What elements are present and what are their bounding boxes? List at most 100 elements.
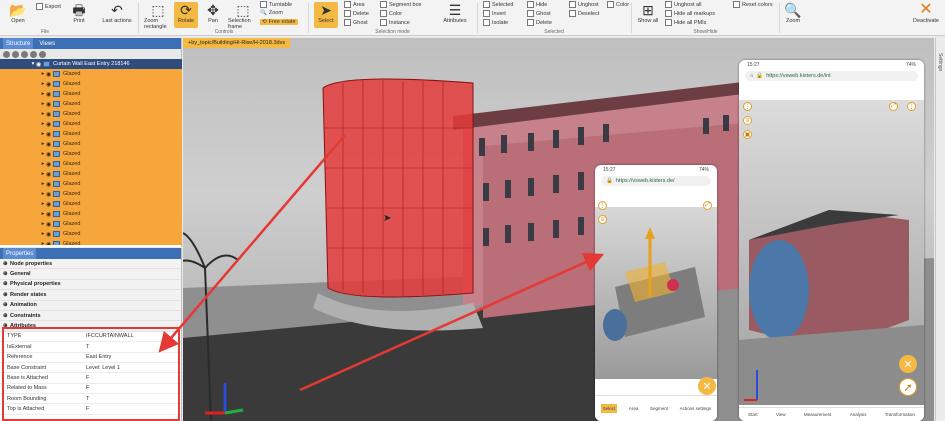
phone-small-expand-icon[interactable]: ⤢ bbox=[703, 201, 712, 210]
eye-icon[interactable]: ◉ bbox=[46, 121, 53, 128]
ghost-mode-button[interactable]: Ghost bbox=[344, 19, 368, 26]
category-toggle-icon[interactable]: ⊕ bbox=[3, 261, 10, 267]
open-button[interactable]: 📂 Open bbox=[4, 2, 32, 28]
3d-viewport[interactable]: +by_topic/Building/Hi-Rise/H-2018.3dvs 1… bbox=[183, 38, 934, 421]
eye-icon[interactable]: ◉ bbox=[36, 61, 43, 68]
ghost-button[interactable]: Ghost bbox=[527, 10, 551, 17]
tree-item[interactable]: ▸ ◉ Glazed bbox=[0, 229, 182, 239]
free-rotate-button[interactable]: ⟲ Free rotate bbox=[260, 19, 298, 25]
hide-all-markups-button[interactable]: Hide all markups bbox=[665, 10, 715, 17]
tree-item[interactable]: ▸ ◉ Glazed bbox=[0, 79, 182, 89]
phone-large-tab-1[interactable]: View bbox=[776, 412, 786, 417]
hide-all-pmis-button[interactable]: Hide all PMIs bbox=[665, 19, 706, 26]
property-category[interactable]: ⊕ Animation bbox=[0, 300, 181, 311]
phone-small-viewport[interactable] bbox=[595, 207, 717, 379]
eye-icon[interactable]: ◉ bbox=[46, 231, 53, 238]
phone-large-more-icon[interactable]: ⋮ bbox=[907, 102, 916, 111]
delete-mode-button[interactable]: Delete bbox=[344, 10, 369, 17]
property-category[interactable]: ⊕ Constraints bbox=[0, 310, 181, 322]
category-toggle-icon[interactable]: ⊕ bbox=[3, 281, 10, 287]
isolate-button[interactable]: Isolate bbox=[483, 19, 508, 26]
phone-large-url-bar[interactable]: ⌂ 🔒 https://vsweb.kisters.de/int bbox=[745, 71, 918, 81]
phone-small-tree-icon[interactable]: ≡ bbox=[598, 215, 607, 224]
phone-large-compass-icon[interactable]: ➚ bbox=[899, 378, 917, 396]
phone-small-close-icon[interactable]: ✕ bbox=[698, 377, 716, 395]
phone-large-expand-icon[interactable]: ⤢ bbox=[889, 102, 898, 111]
phone-small-url-bar[interactable]: 🔒 https://vsweb.kisters.de/ bbox=[601, 176, 711, 186]
export-button[interactable]: Export bbox=[36, 3, 61, 10]
phone-small-menu-icon[interactable]: ⋮ bbox=[598, 201, 607, 210]
selected-button[interactable]: Selected bbox=[483, 1, 513, 8]
phone-small-tab-0[interactable]: Select bbox=[600, 404, 618, 413]
unghost-button[interactable]: Unghost bbox=[569, 1, 599, 8]
tree-item[interactable]: ▸ ◉ Glazed bbox=[0, 69, 182, 79]
selection-frame-button[interactable]: ⬚ Selection frame bbox=[228, 2, 258, 30]
tree-item[interactable]: ▸ ◉ Glazed bbox=[0, 209, 182, 219]
eye-icon[interactable]: ◉ bbox=[46, 141, 53, 148]
property-category[interactable]: ⊕ Node properties bbox=[0, 259, 181, 270]
tree-item[interactable]: ▸ ◉ Glazed bbox=[0, 169, 182, 179]
tree-root-item[interactable]: ▾ ◉ Curtain Wall East Entry 218146 bbox=[0, 59, 182, 69]
settings-tab[interactable]: Settings bbox=[937, 53, 943, 71]
color-button[interactable]: Color bbox=[607, 1, 629, 8]
property-category[interactable]: ⊕ General bbox=[0, 269, 181, 280]
eye-icon[interactable]: ◉ bbox=[46, 111, 53, 118]
tree-item[interactable]: ▸ ◉ Glazed bbox=[0, 219, 182, 229]
phone-large-tab-3[interactable]: Analysis bbox=[850, 412, 867, 417]
phone-large-tab-0[interactable]: Start bbox=[748, 412, 758, 417]
eye-icon[interactable]: ◉ bbox=[46, 81, 53, 88]
tab-structure[interactable]: Structure bbox=[3, 38, 34, 49]
segment-box-button[interactable]: Segment box bbox=[380, 1, 421, 8]
tab-views[interactable]: Views bbox=[36, 38, 58, 49]
eye-icon[interactable]: ◉ bbox=[46, 131, 53, 138]
settings-icon[interactable] bbox=[39, 50, 46, 58]
eye-icon[interactable]: ◉ bbox=[46, 221, 53, 228]
area-select-button[interactable]: Area bbox=[344, 1, 365, 8]
phone-large-tab-2[interactable]: Measurement bbox=[804, 412, 832, 417]
pan-button[interactable]: ✥ Pan bbox=[202, 2, 224, 28]
expand-icon[interactable] bbox=[3, 50, 10, 58]
zoom-button[interactable]: 🔍 Zoom bbox=[260, 10, 283, 16]
eye-icon[interactable]: ◉ bbox=[46, 171, 53, 178]
instance-button[interactable]: Instance bbox=[380, 19, 410, 26]
tree-item[interactable]: ▸ ◉ Glazed bbox=[0, 239, 182, 245]
search-icon[interactable] bbox=[30, 50, 37, 58]
tree-item[interactable]: ▸ ◉ Glazed bbox=[0, 179, 182, 189]
phone-large-layers-icon[interactable]: ▣ bbox=[743, 130, 752, 139]
phone-large-close-icon[interactable]: ✕ bbox=[899, 355, 917, 373]
tree-item[interactable]: ▸ ◉ Glazed bbox=[0, 189, 182, 199]
deactivate-button[interactable]: ✕ Deactivate bbox=[908, 2, 944, 28]
tree-item[interactable]: ▸ ◉ Glazed bbox=[0, 149, 182, 159]
invert-button[interactable]: Invert bbox=[483, 10, 506, 17]
category-toggle-icon[interactable]: ⊕ bbox=[3, 313, 10, 319]
phone-small-tab-3[interactable]: Actions settings bbox=[680, 406, 712, 411]
eye-icon[interactable]: ◉ bbox=[46, 181, 53, 188]
filter-icon[interactable] bbox=[21, 50, 28, 58]
reset-colors-button[interactable]: Reset colors bbox=[733, 1, 773, 8]
color-mode-button[interactable]: Color bbox=[380, 10, 402, 17]
phone-large-viewport[interactable] bbox=[739, 100, 924, 405]
phone-large-tree-icon[interactable]: ≡ bbox=[743, 116, 752, 125]
phone-small-tab-2[interactable]: Segment bbox=[650, 406, 668, 411]
eye-icon[interactable]: ◉ bbox=[46, 91, 53, 98]
tree-item[interactable]: ▸ ◉ Glazed bbox=[0, 199, 182, 209]
eye-icon[interactable]: ◉ bbox=[46, 211, 53, 218]
tree-item[interactable]: ▸ ◉ Glazed bbox=[0, 99, 182, 109]
category-toggle-icon[interactable]: ⊕ bbox=[3, 271, 10, 277]
delete-button[interactable]: Delete bbox=[527, 19, 552, 26]
rotate-button[interactable]: ⟳ Rotate bbox=[174, 2, 198, 28]
property-category[interactable]: ⊕ Render states bbox=[0, 290, 181, 301]
last-actions-button[interactable]: ↶ Last actions bbox=[102, 2, 132, 28]
collapse-icon[interactable] bbox=[12, 50, 19, 58]
zoom-dropdown-button[interactable]: 🔍 Zoom bbox=[782, 2, 804, 28]
turntable-button[interactable]: Turntable bbox=[260, 1, 292, 8]
tree-item[interactable]: ▸ ◉ Glazed bbox=[0, 119, 182, 129]
phone-small-tab-1[interactable]: Area bbox=[629, 406, 639, 411]
eye-icon[interactable]: ◉ bbox=[46, 71, 53, 78]
tree-item[interactable]: ▸ ◉ Glazed bbox=[0, 109, 182, 119]
show-all-button[interactable]: ⊞ Show all bbox=[635, 2, 661, 28]
eye-icon[interactable]: ◉ bbox=[46, 101, 53, 108]
category-toggle-icon[interactable]: ⊕ bbox=[3, 292, 10, 298]
eye-icon[interactable]: ◉ bbox=[46, 241, 53, 246]
eye-icon[interactable]: ◉ bbox=[46, 161, 53, 168]
